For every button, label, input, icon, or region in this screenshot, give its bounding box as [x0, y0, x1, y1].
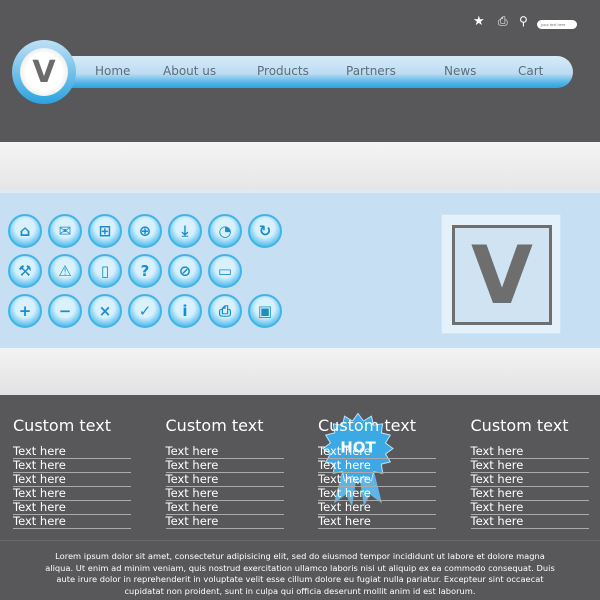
footer-column: Custom text Text here Text here Text here Te… [165, 416, 284, 529]
nav-partners[interactable]: Partners [346, 64, 396, 78]
star-icon[interactable]: ★ [473, 14, 485, 29]
divider-band [0, 348, 600, 395]
info-icon[interactable]: i [168, 294, 202, 328]
globe-icon[interactable]: ⊕ [128, 214, 162, 248]
footer-link[interactable]: Text here [165, 487, 284, 501]
footer-link[interactable]: Text here [318, 473, 436, 487]
save-icon[interactable]: ▣ [248, 294, 282, 328]
search-icon[interactable]: ⚲ [519, 14, 528, 28]
banner-logo: V [441, 214, 561, 334]
cart-icon[interactable]: ⊞ [88, 214, 122, 248]
header: ★ ⎙ ⚲ Home About us Products Partners Ne… [0, 0, 600, 142]
footer-link[interactable]: Text here [165, 501, 284, 515]
warning-icon[interactable]: ⚠ [48, 254, 82, 288]
footer-link[interactable]: Text here [318, 515, 436, 529]
mail-icon[interactable]: ✉ [48, 214, 82, 248]
logo-letter: V [20, 48, 68, 96]
rss-icon[interactable]: ◔ [208, 214, 242, 248]
minus-icon[interactable]: − [48, 294, 82, 328]
nav-cart[interactable]: Cart [518, 64, 543, 78]
footer-link[interactable]: Text here [318, 487, 436, 501]
wrench-icon[interactable]: ⚒ [8, 254, 42, 288]
footer-column: Custom text Text here Text here Text here Te… [470, 416, 589, 529]
phone-icon[interactable]: ▯ [88, 254, 122, 288]
nav-about-us[interactable]: About us [163, 64, 216, 78]
printer-icon[interactable]: ⎙ [208, 294, 242, 328]
footer-link[interactable]: Text here [470, 445, 589, 459]
refresh-icon[interactable]: ↻ [248, 214, 282, 248]
banner-logo-letter: V [452, 225, 552, 325]
footer-link[interactable]: Text here [13, 487, 131, 501]
footer-link[interactable]: Text here [165, 515, 284, 529]
search-input[interactable] [537, 20, 577, 29]
check-icon[interactable]: ✓ [128, 294, 162, 328]
footer-link[interactable]: Text here [318, 501, 436, 515]
footer-link[interactable]: Text here [13, 459, 131, 473]
footer-link[interactable]: Text here [165, 473, 284, 487]
footer-link[interactable]: Text here [13, 515, 131, 529]
footer-link[interactable]: Text here [318, 459, 436, 473]
footer-link[interactable]: Text here [318, 445, 436, 459]
footer-divider [0, 540, 600, 541]
main-nav: Home About us Products Partners News Car… [50, 56, 573, 88]
nav-home[interactable]: Home [95, 64, 130, 78]
column-title: Custom text [165, 416, 264, 435]
download-icon[interactable]: ⤓ [168, 214, 202, 248]
column-title: Custom text [13, 416, 111, 435]
forbidden-icon[interactable]: ⊘ [168, 254, 202, 288]
icon-panel: ⌂ ✉ ⊞ ⊕ ⤓ ◔ ↻ ⚒ ⚠ ▯? ⊘ ▭ + − × ✓ i ⎙ ▣ HOT V [0, 190, 600, 507]
footer-link[interactable]: Text here [470, 473, 589, 487]
nav-products[interactable]: Products [257, 64, 309, 78]
footer-link[interactable]: Text here [470, 515, 589, 529]
footer-column: Custom text Text here Text here Text here Te… [13, 416, 131, 529]
close-icon[interactable]: × [88, 294, 122, 328]
divider-band [0, 142, 600, 190]
footer-link[interactable]: Text here [470, 487, 589, 501]
nav-news[interactable]: News [444, 64, 476, 78]
footer-link[interactable]: Text here [13, 445, 131, 459]
help-icon[interactable]: ? [128, 254, 162, 288]
column-title: Custom text [318, 416, 416, 435]
footer-link[interactable]: Text here [165, 459, 284, 473]
footer-link[interactable]: Text here [470, 501, 589, 515]
column-title: Custom text [470, 416, 569, 435]
printer-icon[interactable]: ⎙ [498, 14, 508, 29]
footer-link[interactable]: Text here [13, 473, 131, 487]
home-icon[interactable]: ⌂ [8, 214, 42, 248]
plus-icon[interactable]: + [8, 294, 42, 328]
footer-link[interactable]: Text here [470, 459, 589, 473]
credit-card-icon[interactable]: ▭ [208, 254, 242, 288]
logo[interactable]: V [12, 40, 76, 104]
footer-link[interactable]: Text here [165, 445, 284, 459]
footer-column: Custom text Text here Text here Text here Te… [318, 416, 436, 529]
footer-text: Lorem ipsum dolor sit amet, consectetur … [45, 551, 555, 596]
footer-link[interactable]: Text here [13, 501, 131, 515]
